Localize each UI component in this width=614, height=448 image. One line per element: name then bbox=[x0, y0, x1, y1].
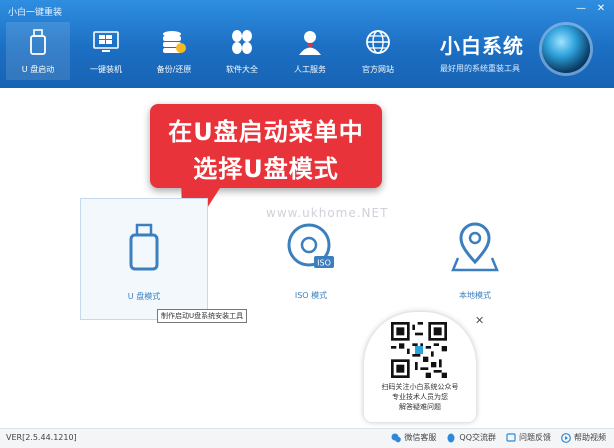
mode-usb[interactable]: U 盘模式 bbox=[80, 198, 208, 320]
mode-label: 本地模式 bbox=[459, 291, 491, 300]
brand-block: 小白系统 最好用的系统重装工具 bbox=[440, 30, 524, 74]
nav-item-backup-restore[interactable]: 备份/还原 bbox=[142, 22, 206, 80]
nav-item-support[interactable]: 人工服务 bbox=[278, 22, 342, 80]
nav-label: 软件大全 bbox=[226, 65, 258, 74]
nav-item-software[interactable]: 软件大全 bbox=[210, 22, 274, 80]
nav-item-one-click-install[interactable]: 一键装机 bbox=[74, 22, 138, 80]
qr-card: 扫码关注小白系统公众号 专业技术人员为您 解答疑难问题 bbox=[364, 312, 476, 422]
footer-link-label: 帮助视频 bbox=[574, 433, 606, 442]
nav-item-usb-boot[interactable]: U 盘启动 bbox=[6, 22, 70, 80]
instruction-callout: 在U盘启动菜单中 选择U盘模式 bbox=[150, 104, 382, 188]
clover-apps-icon bbox=[232, 30, 252, 54]
nav-label: U 盘启动 bbox=[21, 65, 55, 74]
qr-close-icon[interactable]: ✕ bbox=[475, 314, 484, 327]
nav-label: 一键装机 bbox=[90, 65, 122, 74]
usb-drive-icon bbox=[30, 29, 46, 55]
main-content: 在U盘启动菜单中 选择U盘模式 www.ukhome.NET U 盘模式 ISO… bbox=[0, 88, 614, 428]
footer-link-help-video[interactable]: 帮助视频 bbox=[561, 432, 606, 443]
database-backup-icon bbox=[163, 31, 186, 53]
mode-label: ISO 模式 bbox=[294, 291, 328, 300]
footer-link-label: QQ交流群 bbox=[459, 433, 496, 442]
minimize-icon[interactable]: — bbox=[574, 3, 588, 15]
callout-line-1: 在U盘启动菜单中 bbox=[168, 118, 364, 146]
footer-link-wechat[interactable]: 微信客服 bbox=[391, 432, 436, 443]
mode-tooltip: 制作启动U盘系统安装工具 bbox=[157, 309, 248, 323]
nav-item-website[interactable]: 官方网站 bbox=[346, 22, 410, 80]
mode-iso[interactable]: ISO ISO 模式 bbox=[248, 198, 374, 318]
qr-caption: 扫码关注小白系统公众号 专业技术人员为您 解答疑难问题 bbox=[364, 382, 476, 412]
qr-caption-line-1: 扫码关注小白系统公众号 bbox=[381, 383, 459, 391]
callout-line-2: 选择U盘模式 bbox=[193, 155, 339, 183]
footer-link-label: 问题反馈 bbox=[519, 433, 551, 442]
mode-label: U 盘模式 bbox=[127, 292, 161, 301]
window-controls: — ✕ bbox=[574, 3, 608, 15]
nav-label: 人工服务 bbox=[294, 65, 326, 74]
iso-disc-icon: ISO bbox=[287, 223, 334, 268]
nav-label: 备份/还原 bbox=[156, 65, 192, 74]
footer-link-feedback[interactable]: 问题反馈 bbox=[506, 432, 551, 443]
brand-logo-icon bbox=[542, 25, 590, 73]
svg-text:ISO: ISO bbox=[317, 259, 331, 268]
app-window: 小白一键重装 — ✕ U 盘启动 一键装机 备份/还原 软件大全 人工服务 官方… bbox=[0, 0, 614, 448]
footer-link-label: 微信客服 bbox=[404, 433, 437, 442]
version-text: VER[2.5.44.1210] bbox=[6, 433, 77, 442]
qr-caption-line-3: 解答疑难问题 bbox=[399, 403, 441, 411]
footer-links: 微信客服 QQ交流群 问题反馈 帮助视频 bbox=[391, 432, 606, 443]
footer-bar: VER[2.5.44.1210] 微信客服 QQ交流群 问题反馈 帮助视频 bbox=[0, 428, 614, 448]
window-title: 小白一键重装 bbox=[8, 8, 63, 18]
location-pin-icon bbox=[451, 222, 499, 272]
globe-icon bbox=[366, 30, 390, 54]
nav-label: 官方网站 bbox=[362, 65, 394, 74]
main-nav: U 盘启动 一键装机 备份/还原 软件大全 人工服务 官方网站 bbox=[6, 22, 414, 80]
windows-icon bbox=[93, 31, 119, 52]
usb-drive-icon bbox=[129, 223, 159, 271]
brand-name: 小白系统 bbox=[440, 34, 524, 58]
support-person-icon bbox=[299, 31, 321, 55]
footer-link-qq[interactable]: QQ交流群 bbox=[446, 432, 496, 443]
qq-icon bbox=[447, 433, 455, 442]
header-bar: 小白一键重装 — ✕ U 盘启动 一键装机 备份/还原 软件大全 人工服务 官方… bbox=[0, 0, 614, 88]
brand-slogan: 最好用的系统重装工具 bbox=[440, 64, 520, 73]
qr-code-icon bbox=[391, 322, 447, 378]
feedback-icon bbox=[506, 432, 516, 442]
mode-local[interactable]: 本地模式 bbox=[412, 198, 538, 318]
close-icon[interactable]: ✕ bbox=[594, 3, 608, 15]
qr-caption-line-2: 专业技术人员为您 bbox=[392, 393, 448, 401]
wechat-icon bbox=[391, 433, 402, 442]
help-video-icon bbox=[561, 432, 571, 443]
